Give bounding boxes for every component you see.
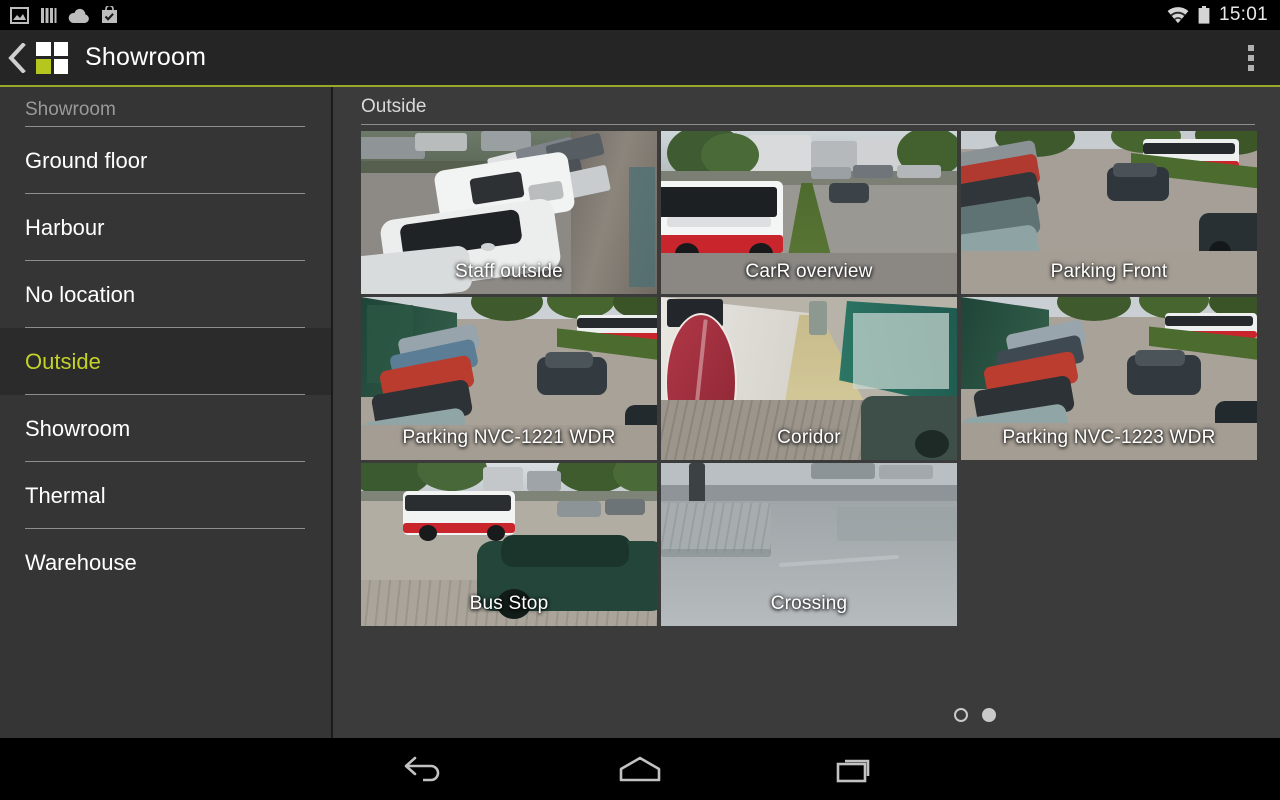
sidebar-item-outside[interactable]: Outside bbox=[0, 328, 331, 395]
camera-thumbnail bbox=[961, 131, 1257, 294]
camera-tile[interactable]: Parking NVC-1221 WDR bbox=[361, 297, 657, 460]
sidebar-item-ground-floor[interactable]: Ground floor bbox=[0, 127, 331, 194]
wifi-icon bbox=[1167, 6, 1189, 23]
location-sidebar[interactable]: Showroom Ground floor Harbour No locatio… bbox=[0, 87, 333, 738]
page-title: Showroom bbox=[85, 43, 207, 71]
camera-thumbnail bbox=[961, 297, 1257, 460]
page-dot-2[interactable] bbox=[982, 708, 996, 722]
shopping-bag-check-icon bbox=[102, 6, 117, 23]
divider bbox=[361, 124, 1255, 125]
workspace: Showroom Ground floor Harbour No locatio… bbox=[0, 87, 1280, 738]
logo-square-tr bbox=[53, 41, 68, 56]
image-icon bbox=[10, 6, 29, 24]
back-chevron-icon[interactable] bbox=[4, 42, 30, 73]
sidebar-item-label: Outside bbox=[25, 348, 101, 374]
battery-full-icon bbox=[1198, 6, 1210, 24]
sidebar-item-harbour[interactable]: Harbour bbox=[0, 194, 331, 261]
cloud-upload-icon bbox=[68, 8, 89, 23]
overflow-dot-2 bbox=[1248, 54, 1254, 61]
sidebar-item-label: No location bbox=[25, 281, 136, 307]
overflow-menu-icon[interactable] bbox=[1240, 39, 1262, 77]
sidebar-item-label: Harbour bbox=[25, 214, 105, 240]
home-icon[interactable] bbox=[565, 755, 715, 783]
camera-thumbnail bbox=[361, 463, 657, 626]
status-notification-icons bbox=[10, 6, 118, 24]
signal-bars-icon bbox=[41, 7, 57, 23]
overflow-dot-3 bbox=[1248, 64, 1254, 71]
status-bar: 15:01 bbox=[0, 0, 1280, 30]
sidebar-item-label: Showroom bbox=[25, 415, 131, 441]
page-dot-1[interactable] bbox=[954, 708, 968, 722]
page-indicator[interactable] bbox=[670, 708, 1280, 722]
camera-thumbnail bbox=[661, 463, 957, 626]
sidebar-header-label: Showroom bbox=[25, 99, 116, 120]
android-navigation-bar bbox=[0, 738, 1280, 800]
status-clock: 15:01 bbox=[1218, 4, 1268, 25]
logo-square-br bbox=[53, 59, 68, 74]
camera-tile[interactable]: CarR overview bbox=[661, 131, 957, 294]
camera-tile[interactable]: Coridor bbox=[661, 297, 957, 460]
sidebar-item-showroom[interactable]: Showroom bbox=[0, 395, 331, 462]
app-logo[interactable] bbox=[36, 41, 68, 74]
sidebar-item-warehouse[interactable]: Warehouse bbox=[0, 529, 331, 596]
recents-icon[interactable] bbox=[781, 754, 931, 784]
camera-tile[interactable]: Bus Stop bbox=[361, 463, 657, 626]
camera-thumbnail bbox=[661, 297, 957, 460]
android-screen: 15:01 Showroom Showroom Ground floor Har… bbox=[0, 0, 1280, 800]
camera-tile[interactable]: Parking NVC-1223 WDR bbox=[961, 297, 1257, 460]
camera-tile[interactable]: Crossing bbox=[661, 463, 957, 626]
overflow-dot-1 bbox=[1248, 44, 1254, 51]
sidebar-item-label: Ground floor bbox=[25, 147, 148, 173]
sidebar-item-no-location[interactable]: No location bbox=[0, 261, 331, 328]
back-icon[interactable] bbox=[349, 754, 499, 784]
sidebar-item-thermal[interactable]: Thermal bbox=[0, 462, 331, 529]
camera-thumbnail bbox=[361, 297, 657, 460]
content-title: Outside bbox=[361, 96, 427, 117]
sidebar-item-label: Thermal bbox=[25, 482, 106, 508]
app-bar: Showroom bbox=[0, 30, 1280, 85]
sidebar-item-label: Warehouse bbox=[25, 549, 137, 575]
content-header: Outside bbox=[335, 87, 1280, 125]
camera-thumbnail bbox=[361, 131, 657, 294]
logo-square-bl bbox=[36, 59, 51, 74]
logo-square-tl bbox=[36, 41, 51, 56]
camera-tile[interactable]: Parking Front bbox=[961, 131, 1257, 294]
camera-thumbnail bbox=[661, 131, 957, 294]
camera-grid: Staff outside CarR overview Parking Fron… bbox=[361, 131, 1257, 626]
sidebar-header: Showroom bbox=[0, 87, 331, 127]
camera-grid-panel: Outside Staff outside CarR overview Park… bbox=[335, 87, 1280, 738]
status-system-icons: 15:01 bbox=[1167, 4, 1268, 26]
camera-tile[interactable]: Staff outside bbox=[361, 131, 657, 294]
